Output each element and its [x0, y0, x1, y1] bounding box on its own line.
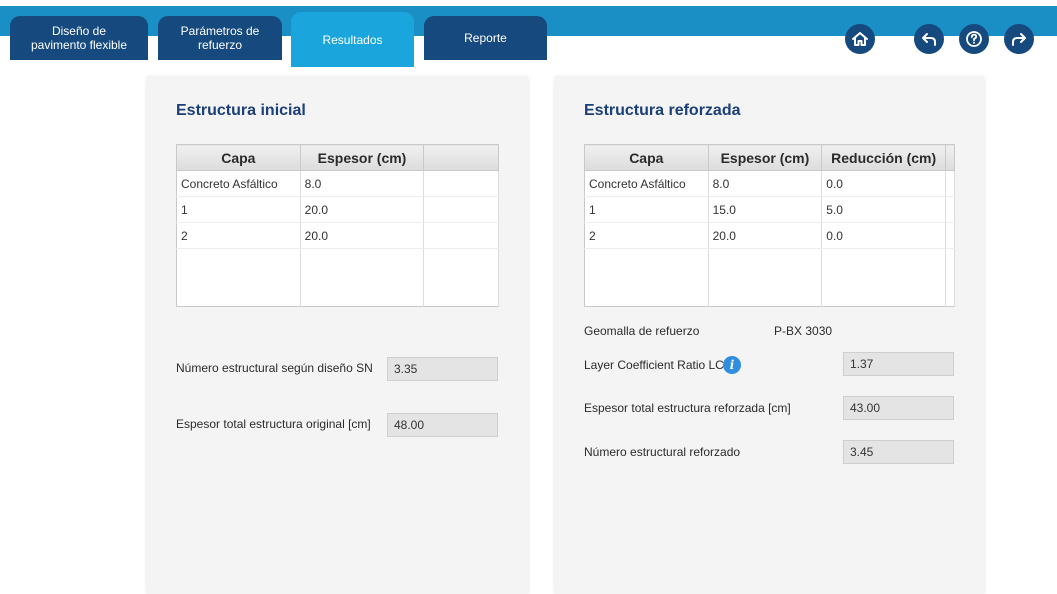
table-header-row: Capa Espesor (cm) Reducción (cm): [584, 144, 955, 171]
reinforced-sn-value-field: 3.45: [843, 440, 954, 464]
tab-diseno-pavimento[interactable]: Diseño de pavimento flexible: [10, 16, 148, 60]
tab-resultados[interactable]: Resultados: [291, 12, 414, 67]
geogrid-label: Geomalla de refuerzo: [584, 324, 700, 338]
reinforced-thickness-value-field: 43.00: [843, 396, 954, 420]
back-arrow-icon: [922, 33, 936, 46]
table-cell: 0.0: [821, 170, 946, 197]
table-cell: 15.0: [708, 196, 823, 223]
column-header: Capa: [176, 144, 301, 171]
panel-title: Estructura inicial: [176, 102, 306, 119]
column-header: [423, 144, 499, 171]
sn-value-field: 3.35: [387, 357, 498, 381]
home-icon: [852, 32, 868, 46]
table-cell: 20.0: [300, 196, 425, 223]
table-cell: 2: [584, 222, 709, 249]
table-cell: 8.0: [300, 170, 425, 197]
tab-label-line1: Parámetros de: [180, 24, 260, 38]
table-cell: 20.0: [300, 222, 425, 249]
initial-structure-panel: Estructura inicial Capa Espesor (cm) Con…: [147, 76, 528, 594]
table-row[interactable]: 2 20.0 0.0: [584, 222, 955, 249]
column-header: Capa: [584, 144, 709, 171]
tab-label: Resultados: [322, 32, 383, 47]
table-row[interactable]: Concreto Asfáltico 8.0 0.0: [584, 170, 955, 197]
table-cell: [423, 196, 499, 223]
table-cell: Concreto Asfáltico: [176, 170, 301, 197]
table-empty-row: [176, 248, 499, 307]
column-header: Espesor (cm): [300, 144, 425, 171]
forward-arrow-icon: [1012, 33, 1026, 46]
table-cell: 1: [176, 196, 301, 223]
info-icon[interactable]: i: [723, 356, 741, 374]
tab-label-line1: Diseño de: [51, 24, 107, 38]
geogrid-value: P-BX 3030: [774, 324, 833, 338]
total-thickness-value-field: 48.00: [387, 413, 498, 437]
help-icon: [966, 31, 982, 47]
table-empty-row: [584, 248, 955, 307]
table-cell: 2: [176, 222, 301, 249]
column-header: Reducción (cm): [821, 144, 946, 171]
help-button[interactable]: [959, 24, 989, 54]
table-cell: 1: [584, 196, 709, 223]
home-button[interactable]: [845, 24, 875, 54]
tab-label-line2: pavimento flexible: [30, 38, 128, 52]
sn-label: Número estructural según diseño SN: [176, 361, 373, 375]
total-thickness-label: Espesor total estructura original [cm]: [176, 417, 371, 431]
lcr-label: Layer Coefficient Ratio LCR: [584, 358, 733, 372]
table-cell: [423, 222, 499, 249]
table-cell: 8.0: [708, 170, 823, 197]
reinforced-sn-label: Número estructural reforzado: [584, 445, 741, 459]
tab-label: Reporte: [464, 31, 507, 45]
forward-button[interactable]: [1004, 24, 1034, 54]
table-cell: 0.0: [821, 222, 946, 249]
tab-label-line2: refuerzo: [197, 38, 242, 52]
table-row[interactable]: 2 20.0: [176, 222, 499, 249]
lcr-value-field: 1.37: [843, 352, 954, 376]
panel-title: Estructura reforzada: [584, 102, 741, 119]
table-cell: 20.0: [708, 222, 823, 249]
reinforced-layers-table: Capa Espesor (cm) Reducción (cm) Concret…: [584, 144, 955, 307]
table-cell: Concreto Asfáltico: [584, 170, 709, 197]
back-button[interactable]: [914, 24, 944, 54]
reinforced-structure-panel: Estructura reforzada Capa Espesor (cm) R…: [555, 76, 984, 594]
table-cell: 5.0: [821, 196, 946, 223]
table-header-row: Capa Espesor (cm): [176, 144, 499, 171]
tab-reporte[interactable]: Reporte: [424, 16, 547, 60]
table-row[interactable]: 1 15.0 5.0: [584, 196, 955, 223]
reinforced-thickness-label: Espesor total estructura reforzada [cm]: [584, 401, 791, 415]
table-cell: [423, 170, 499, 197]
table-row[interactable]: Concreto Asfáltico 8.0: [176, 170, 499, 197]
column-header: Espesor (cm): [708, 144, 823, 171]
table-row[interactable]: 1 20.0: [176, 196, 499, 223]
initial-layers-table: Capa Espesor (cm) Concreto Asfáltico 8.0…: [176, 144, 499, 307]
tab-parametros-refuerzo[interactable]: Parámetros de refuerzo: [158, 16, 282, 60]
